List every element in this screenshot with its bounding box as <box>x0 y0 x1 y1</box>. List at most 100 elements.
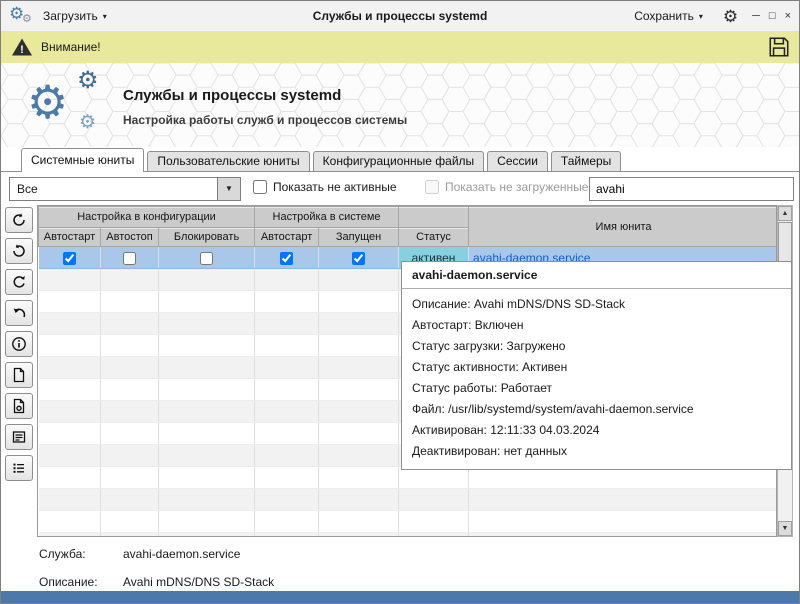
cell-block <box>159 247 255 269</box>
empty-cell <box>39 291 101 313</box>
undo-button[interactable] <box>5 300 33 326</box>
info-button[interactable] <box>5 331 33 357</box>
empty-cell <box>319 401 399 423</box>
unit-file-button[interactable] <box>5 362 33 388</box>
autostart-config-checkbox[interactable] <box>63 252 76 265</box>
empty-cell <box>101 357 159 379</box>
empty-cell <box>39 335 101 357</box>
column-header-autostart-config[interactable]: Автостарт <box>39 228 101 247</box>
empty-cell <box>39 379 101 401</box>
load-button-label: Загрузить <box>43 9 98 23</box>
table-row-empty[interactable] <box>39 489 778 511</box>
empty-cell <box>255 379 319 401</box>
unit-tooltip: avahi-daemon.service Описание: Avahi mDN… <box>401 261 792 470</box>
column-header-autostop[interactable]: Автостоп <box>101 228 159 247</box>
empty-cell <box>39 269 101 291</box>
table-row-empty[interactable] <box>39 511 778 533</box>
cell-running <box>319 247 399 269</box>
reload-button[interactable] <box>5 269 33 295</box>
config-file-button[interactable] <box>5 393 33 419</box>
reload-icon <box>11 274 27 290</box>
empty-cell <box>39 511 101 533</box>
refresh-icon <box>11 212 27 228</box>
svg-text:!: ! <box>20 44 24 56</box>
empty-cell <box>101 489 159 511</box>
running-checkbox[interactable] <box>352 252 365 265</box>
block-checkbox[interactable] <box>200 252 213 265</box>
unit-filter-select[interactable]: Все ▼ <box>9 177 241 201</box>
empty-cell <box>399 511 469 533</box>
tab-timers[interactable]: Таймеры <box>551 151 621 171</box>
gear-icon: ⚙ <box>27 79 68 125</box>
empty-cell <box>101 291 159 313</box>
column-header-autostart-system[interactable]: Автостарт <box>255 228 319 247</box>
empty-cell <box>255 511 319 533</box>
show-inactive-input[interactable] <box>253 180 267 194</box>
tab-system-units[interactable]: Системные юниты <box>21 148 144 172</box>
journal-button[interactable] <box>5 424 33 450</box>
restart-button[interactable] <box>5 238 33 264</box>
empty-cell <box>101 269 159 291</box>
warning-bar: ! Внимание! <box>1 31 799 64</box>
empty-cell <box>159 533 255 538</box>
show-unloaded-checkbox[interactable]: Показать не загруженные <box>425 180 588 194</box>
bottom-status-bar <box>1 591 799 603</box>
save-to-disk-button[interactable] <box>767 35 791 59</box>
empty-cell <box>101 401 159 423</box>
column-header-block[interactable]: Блокировать <box>159 228 255 247</box>
column-header-status[interactable]: Статус <box>399 228 469 247</box>
warning-triangle-icon: ! <box>11 37 33 57</box>
tab-sessions[interactable]: Сессии <box>487 151 548 171</box>
empty-cell <box>159 445 255 467</box>
empty-cell <box>319 489 399 511</box>
maximize-button[interactable]: □ <box>769 10 776 22</box>
empty-cell <box>469 511 777 533</box>
empty-cell <box>469 489 777 511</box>
cell-autostart-system <box>255 247 319 269</box>
undo-icon <box>11 305 27 321</box>
warning-text: Внимание! <box>41 40 101 54</box>
column-header-running[interactable]: Запущен <box>319 228 399 247</box>
journal-icon <box>11 429 27 445</box>
list-icon <box>11 460 27 476</box>
empty-cell <box>319 423 399 445</box>
empty-cell <box>159 511 255 533</box>
save-button[interactable]: Сохранить ▾ <box>626 5 711 27</box>
empty-cell <box>469 533 777 538</box>
show-inactive-checkbox[interactable]: Показать не активные <box>253 180 397 194</box>
refresh-button[interactable] <box>5 207 33 233</box>
dependencies-button[interactable] <box>5 455 33 481</box>
scroll-down-button[interactable]: ▼ <box>778 521 792 536</box>
empty-cell <box>319 291 399 313</box>
empty-cell <box>159 335 255 357</box>
close-button[interactable]: × <box>785 10 791 22</box>
empty-cell <box>319 467 399 489</box>
empty-cell <box>159 313 255 335</box>
cell-autostop <box>101 247 159 269</box>
empty-cell <box>39 357 101 379</box>
scroll-up-button[interactable]: ▲ <box>778 206 792 221</box>
tooltip-run-status: Статус работы: Работает <box>412 378 781 399</box>
empty-cell <box>255 357 319 379</box>
header-banner: ⚙ ⚙ ⚙ Службы и процессы systemd Настройк… <box>1 63 799 147</box>
tab-config-files[interactable]: Конфигурационные файлы <box>313 151 484 171</box>
empty-cell <box>159 379 255 401</box>
empty-cell <box>255 467 319 489</box>
empty-cell <box>101 533 159 538</box>
empty-cell <box>101 445 159 467</box>
settings-button[interactable]: ⚙ <box>723 8 738 25</box>
search-input[interactable] <box>589 177 794 201</box>
load-button[interactable]: Загрузить ▾ <box>35 5 115 27</box>
autostart-system-checkbox[interactable] <box>280 252 293 265</box>
tooltip-active-status: Статус активности: Активен <box>412 357 781 378</box>
title-bar: ⚙ ⚙ Загрузить ▾ Службы и процессы system… <box>1 1 799 32</box>
table-row-empty[interactable] <box>39 533 778 538</box>
unit-filter-value: Все <box>17 182 38 196</box>
dropdown-arrow-icon[interactable]: ▼ <box>217 178 240 200</box>
empty-cell <box>319 379 399 401</box>
column-header-unit-name[interactable]: Имя юнита <box>469 207 777 247</box>
minimize-button[interactable]: ─ <box>752 10 760 22</box>
tab-user-units[interactable]: Пользовательские юниты <box>147 151 309 171</box>
empty-cell <box>39 489 101 511</box>
autostop-checkbox[interactable] <box>123 252 136 265</box>
